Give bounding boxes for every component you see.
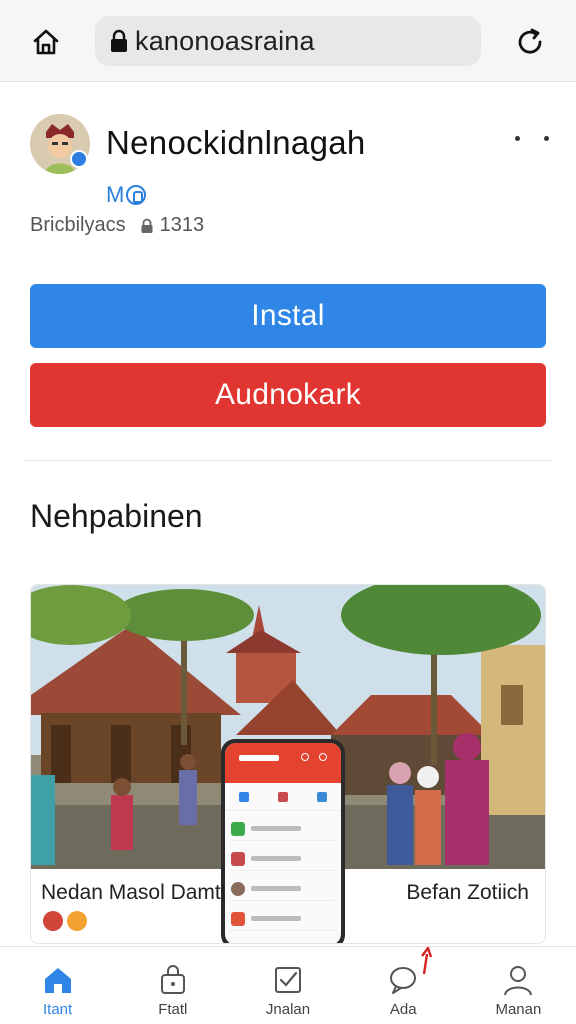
caption-right: Befan Zotiich <box>406 881 529 904</box>
phone-tabs <box>225 783 341 811</box>
caption-left: Nedan Masol Damtl <box>41 881 226 904</box>
phone-list-row <box>231 817 335 841</box>
app-meta: Bricbilyacs 1313 <box>30 214 204 237</box>
developer-name[interactable]: Bricbilyacs <box>30 214 126 237</box>
url-text: kanonoasraina <box>135 25 315 56</box>
list-row-icon <box>231 881 245 896</box>
reload-button[interactable] <box>510 22 550 62</box>
list-row-text <box>251 916 301 921</box>
nav-item-list[interactable]: Jnalan <box>230 947 345 1024</box>
rating-count: 1313 <box>159 214 205 236</box>
more-dots-icon <box>544 135 549 141</box>
list-row-text <box>251 886 301 891</box>
home-icon <box>33 29 59 55</box>
bottom-navigation: Itant Ftatl Jnalan Ada Manan <box>0 946 576 1024</box>
phone-tab-icon <box>316 791 327 802</box>
nav-label: Itant <box>43 1001 73 1018</box>
phone-title-bar <box>239 755 279 761</box>
reload-icon <box>518 28 542 54</box>
more-options-button[interactable] <box>515 130 549 146</box>
secondary-action-button[interactable]: Audnokark <box>30 363 546 427</box>
checklist-icon <box>275 967 301 993</box>
browser-toolbar: kanonoasraina <box>0 0 576 82</box>
nav-label: Ftatl <box>158 1001 188 1018</box>
verified-label: M <box>106 182 125 207</box>
install-button[interactable]: Instal <box>30 284 546 348</box>
home-button[interactable] <box>26 22 66 62</box>
list-row-icon <box>231 821 245 836</box>
phone-mockup <box>221 739 345 943</box>
phone-screen <box>225 743 341 943</box>
lock-bag-icon <box>160 965 185 994</box>
verified-badge-icon <box>70 150 88 168</box>
list-row-icon <box>231 911 245 926</box>
address-bar[interactable]: kanonoasraina <box>95 16 481 66</box>
phone-tab-icon <box>239 791 250 802</box>
arrow-cursor-icon <box>421 946 433 975</box>
divider <box>24 460 552 461</box>
lock-small-icon <box>141 218 153 233</box>
phone-list-row <box>231 877 335 901</box>
shield-icon <box>126 185 147 205</box>
list-row-text <box>251 856 301 861</box>
nav-item-home[interactable]: Itant <box>0 947 115 1024</box>
app-header: Nenockidnlnagah M Bricbilyacs 1313 <box>0 100 576 250</box>
app-name: Nenockidnlnagah <box>106 124 366 161</box>
more-dots-icon <box>515 135 520 141</box>
nav-item-store[interactable]: Ftatl <box>115 947 230 1024</box>
help-icon <box>319 753 327 761</box>
nav-item-chat[interactable]: Ada <box>346 947 461 1024</box>
phone-tab-icon <box>277 791 288 802</box>
list-row-icon <box>231 851 245 866</box>
nav-label: Jnalan <box>265 1001 311 1018</box>
verified-tag: M <box>106 182 147 208</box>
section-title: Nehpabinen <box>30 498 203 534</box>
reaction-icon <box>43 911 63 931</box>
search-icon <box>301 753 309 761</box>
home-icon <box>44 968 71 993</box>
list-row-text <box>251 826 301 831</box>
reaction-icon <box>67 911 87 931</box>
phone-list-row <box>231 907 335 931</box>
nav-label: Ada <box>389 1001 417 1018</box>
chat-bubble-icon <box>390 967 417 994</box>
phone-list-row <box>231 847 335 871</box>
lock-icon <box>111 29 127 52</box>
phone-header <box>225 743 341 783</box>
nav-item-profile[interactable]: Manan <box>461 947 576 1024</box>
screenshot-preview-card[interactable]: Nedan Masol Damtl Befan Zotiich <box>30 584 546 944</box>
person-icon <box>504 966 533 996</box>
nav-label: Manan <box>495 1001 542 1018</box>
